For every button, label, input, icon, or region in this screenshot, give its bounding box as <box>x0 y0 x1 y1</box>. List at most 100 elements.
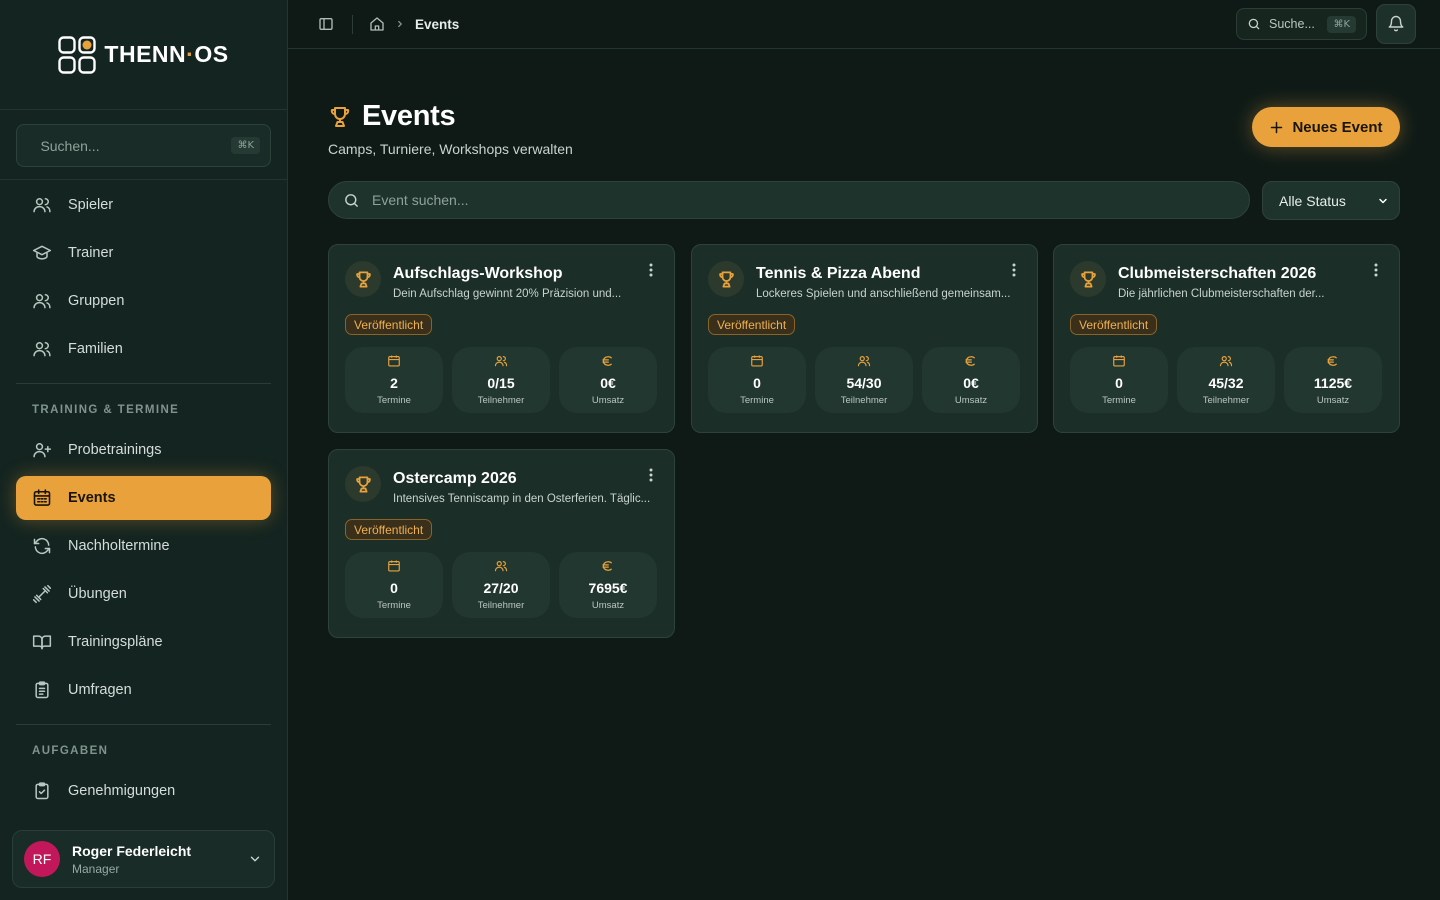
euro-icon <box>1327 356 1337 366</box>
event-card[interactable]: Tennis & Pizza Abend Lockeres Spielen un… <box>691 244 1038 433</box>
event-description: Intensives Tenniscamp in den Osterferien… <box>393 493 651 505</box>
calendar-icon <box>33 489 51 506</box>
sidebar-item-label: Gruppen <box>68 293 125 309</box>
home-icon[interactable] <box>369 16 385 32</box>
page-subtitle: Camps, Turniere, Workshops verwalten <box>328 141 573 157</box>
stat-label: Termine <box>377 395 411 406</box>
sidebar-item-probetrainings[interactable]: Probetrainings <box>16 428 271 472</box>
stat-dates: 0 Termine <box>708 347 806 413</box>
calendar-icon <box>388 560 400 572</box>
users-icon <box>494 561 508 572</box>
sidebar-item-label: Umfragen <box>68 682 132 698</box>
chevron-down-icon <box>250 856 260 862</box>
sidebar-item-spieler[interactable]: Spieler <box>16 183 271 227</box>
status-badge: Veröffentlicht <box>1070 314 1158 335</box>
stat-value: 0 <box>1115 375 1123 391</box>
event-title: Tennis & Pizza Abend <box>756 265 921 282</box>
stat-value: 45/32 <box>1208 375 1244 391</box>
stat-dates: 0 Termine <box>345 552 443 618</box>
calendar-icon <box>751 355 763 367</box>
event-card[interactable]: Aufschlags-Workshop Dein Aufschlag gewin… <box>328 244 675 433</box>
status-filter-value: Alle Status <box>1279 192 1346 209</box>
stat-label: Termine <box>740 395 774 406</box>
sidebar-item-genehmigungen[interactable]: Genehmigungen <box>16 769 271 813</box>
search-icon <box>345 193 358 207</box>
event-trophy-icon <box>345 261 381 297</box>
users-icon <box>857 356 871 367</box>
more-vertical-icon[interactable] <box>644 467 658 483</box>
stat-dates: 2 Termine <box>345 347 443 413</box>
sidebar-item-nachholtermine[interactable]: Nachholtermine <box>16 524 271 568</box>
event-title: Aufschlags-Workshop <box>393 265 563 282</box>
new-event-button[interactable]: Neues Event <box>1252 107 1400 147</box>
users-icon <box>494 356 508 367</box>
sidebar-item-trainer[interactable]: Trainer <box>16 231 271 275</box>
trophy-icon <box>330 106 350 127</box>
chevron-right-icon <box>398 20 403 28</box>
book-open-icon <box>32 635 52 650</box>
sidebar-search[interactable]: ⌘K <box>16 124 271 167</box>
sidebar-toggle-icon[interactable] <box>318 16 334 32</box>
stat-label: Termine <box>377 600 411 611</box>
status-badge: Veröffentlicht <box>345 314 433 335</box>
sidebar-item-umfragen[interactable]: Umfragen <box>16 668 271 712</box>
divider <box>16 383 271 384</box>
stat-value: 0/15 <box>487 375 515 391</box>
more-vertical-icon[interactable] <box>1369 262 1383 278</box>
stat-value: 1125€ <box>1313 375 1353 391</box>
divider <box>352 15 353 34</box>
status-badge: Veröffentlicht <box>708 314 796 335</box>
page-header: Events Camps, Turniere, Workshops verwal… <box>328 100 573 157</box>
stat-value: 54/30 <box>846 375 882 391</box>
breadcrumb: Events <box>369 16 459 32</box>
sidebar-item-label: Events <box>68 490 116 506</box>
sidebar-item-trainingsplaene[interactable]: Trainingspläne <box>16 620 271 664</box>
event-trophy-icon <box>345 466 381 502</box>
global-search-button[interactable]: Suche... ⌘K <box>1236 8 1367 40</box>
stat-label: Umsatz <box>591 600 625 611</box>
event-search[interactable] <box>328 181 1250 219</box>
event-search-input[interactable] <box>372 192 1235 208</box>
sidebar-item-uebungen[interactable]: Übungen <box>16 572 271 616</box>
brand-logo[interactable]: THENN·OS <box>58 35 228 74</box>
search-icon <box>1248 18 1260 30</box>
stat-value: 0€ <box>963 375 979 391</box>
event-card[interactable]: Ostercamp 2026 Intensives Tenniscamp in … <box>328 449 675 638</box>
event-card[interactable]: Clubmeisterschaften 2026 Die jährlichen … <box>1053 244 1400 433</box>
sidebar-item-familien[interactable]: Familien <box>16 327 271 371</box>
sidebar-item-events[interactable]: Events <box>16 476 271 520</box>
notifications-button[interactable] <box>1376 4 1416 44</box>
logo-area: THENN·OS <box>0 0 287 110</box>
more-vertical-icon[interactable] <box>1007 262 1021 278</box>
shortcut-badge: ⌘K <box>231 137 260 154</box>
event-title: Ostercamp 2026 <box>393 470 517 487</box>
stat-revenue: 1125€ Umsatz <box>1284 347 1382 413</box>
sidebar-item-label: Familien <box>68 341 123 357</box>
stat-label: Termine <box>1102 395 1136 406</box>
stat-value: 7695€ <box>588 580 628 596</box>
refresh-icon <box>33 537 51 555</box>
sidebar-item-label: Spieler <box>68 197 114 213</box>
more-vertical-icon[interactable] <box>644 262 658 278</box>
stat-value: 0€ <box>600 375 616 391</box>
stat-value: 0 <box>753 375 761 391</box>
trophy-icon <box>1080 271 1096 287</box>
event-title: Clubmeisterschaften 2026 <box>1118 265 1317 282</box>
graduation-cap-icon <box>32 245 52 260</box>
stat-revenue: 0€ Umsatz <box>922 347 1020 413</box>
plus-icon <box>1271 121 1283 133</box>
sidebar-item-label: Übungen <box>68 586 127 602</box>
sidebar-item-gruppen[interactable]: Gruppen <box>16 279 271 323</box>
euro-icon <box>602 561 612 571</box>
user-menu[interactable]: RF Roger Federleicht Manager <box>12 830 275 888</box>
section-label-tasks: AUFGABEN <box>32 745 109 757</box>
divider <box>16 724 271 725</box>
stat-dates: 0 Termine <box>1070 347 1168 413</box>
bell-icon <box>1388 15 1404 32</box>
sidebar-item-label: Nachholtermine <box>68 538 170 554</box>
sidebar-search-input[interactable] <box>40 137 222 154</box>
calendar-icon <box>1113 355 1125 367</box>
stat-label: Umsatz <box>954 395 988 406</box>
status-filter-select[interactable]: Alle Status <box>1262 181 1400 220</box>
section-label-training: TRAINING & TERMINE <box>32 404 180 416</box>
